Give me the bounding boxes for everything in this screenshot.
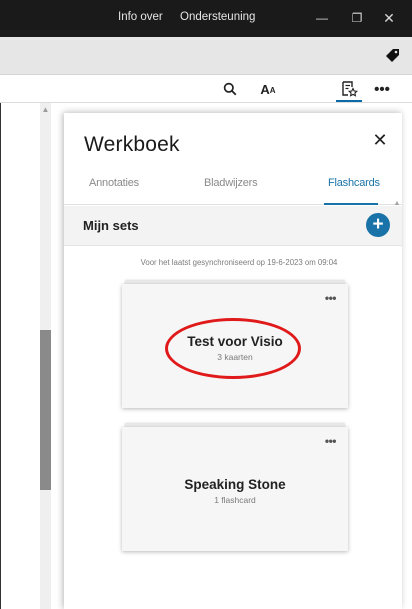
my-sets-label: Mijn sets bbox=[83, 218, 139, 233]
reader-content-area bbox=[0, 103, 40, 609]
window-close-button[interactable]: ✕ bbox=[379, 8, 399, 28]
maximize-button[interactable]: ❐ bbox=[347, 8, 367, 28]
panel-scroll-up-icon[interactable]: ▲ bbox=[392, 198, 402, 210]
flashcard-set-card[interactable]: ••• Speaking Stone 1 flashcard bbox=[122, 427, 348, 551]
notes-star-icon[interactable] bbox=[335, 75, 363, 103]
support-menu-link[interactable]: Ondersteuning bbox=[180, 11, 255, 23]
info-menu-link[interactable]: Info over bbox=[118, 11, 163, 23]
more-menu-button[interactable]: ••• bbox=[370, 75, 394, 103]
window-left-border bbox=[0, 103, 1, 609]
sync-status-text: Voor het laatst gesynchroniseerd op 19-6… bbox=[140, 258, 338, 267]
font-size-button[interactable]: AA bbox=[253, 75, 283, 103]
minimize-button[interactable]: — bbox=[312, 8, 332, 28]
search-icon[interactable] bbox=[218, 75, 242, 103]
card-title: Speaking Stone bbox=[184, 477, 286, 492]
app-window: Info over Ondersteuning — ❐ ✕ AA ••• ▲ W… bbox=[0, 0, 412, 609]
active-tab-indicator bbox=[324, 203, 378, 205]
tag-icon[interactable] bbox=[384, 48, 400, 64]
highlight-annotation-oval bbox=[165, 318, 301, 379]
my-sets-header: Mijn sets bbox=[64, 206, 402, 246]
reader-toolbar: AA ••• bbox=[0, 75, 412, 103]
tab-flashcards[interactable]: Flashcards bbox=[328, 177, 380, 205]
scrollbar-thumb[interactable] bbox=[40, 330, 51, 490]
active-tool-indicator bbox=[336, 100, 362, 102]
card-more-button[interactable]: ••• bbox=[325, 434, 337, 448]
scroll-up-arrow-icon[interactable]: ▲ bbox=[40, 104, 51, 116]
card-count: 1 flashcard bbox=[214, 495, 256, 505]
tab-bookmarks[interactable]: Bladwijzers bbox=[204, 177, 258, 205]
font-size-icon-big: A bbox=[260, 81, 270, 97]
card-more-button[interactable]: ••• bbox=[325, 291, 337, 305]
font-size-icon-small: A bbox=[269, 85, 276, 95]
header-strip bbox=[0, 37, 412, 75]
title-bar: Info over Ondersteuning — ❐ ✕ bbox=[0, 0, 412, 37]
panel-close-button[interactable]: ✕ bbox=[370, 130, 390, 150]
add-set-button[interactable]: + bbox=[366, 213, 390, 237]
panel-tabs: Annotaties Bladwijzers Flashcards bbox=[64, 177, 402, 205]
tab-annotations[interactable]: Annotaties bbox=[89, 177, 139, 205]
workbook-panel: Werkboek ✕ Annotaties Bladwijzers Flashc… bbox=[64, 113, 402, 609]
panel-title: Werkboek bbox=[84, 133, 180, 156]
